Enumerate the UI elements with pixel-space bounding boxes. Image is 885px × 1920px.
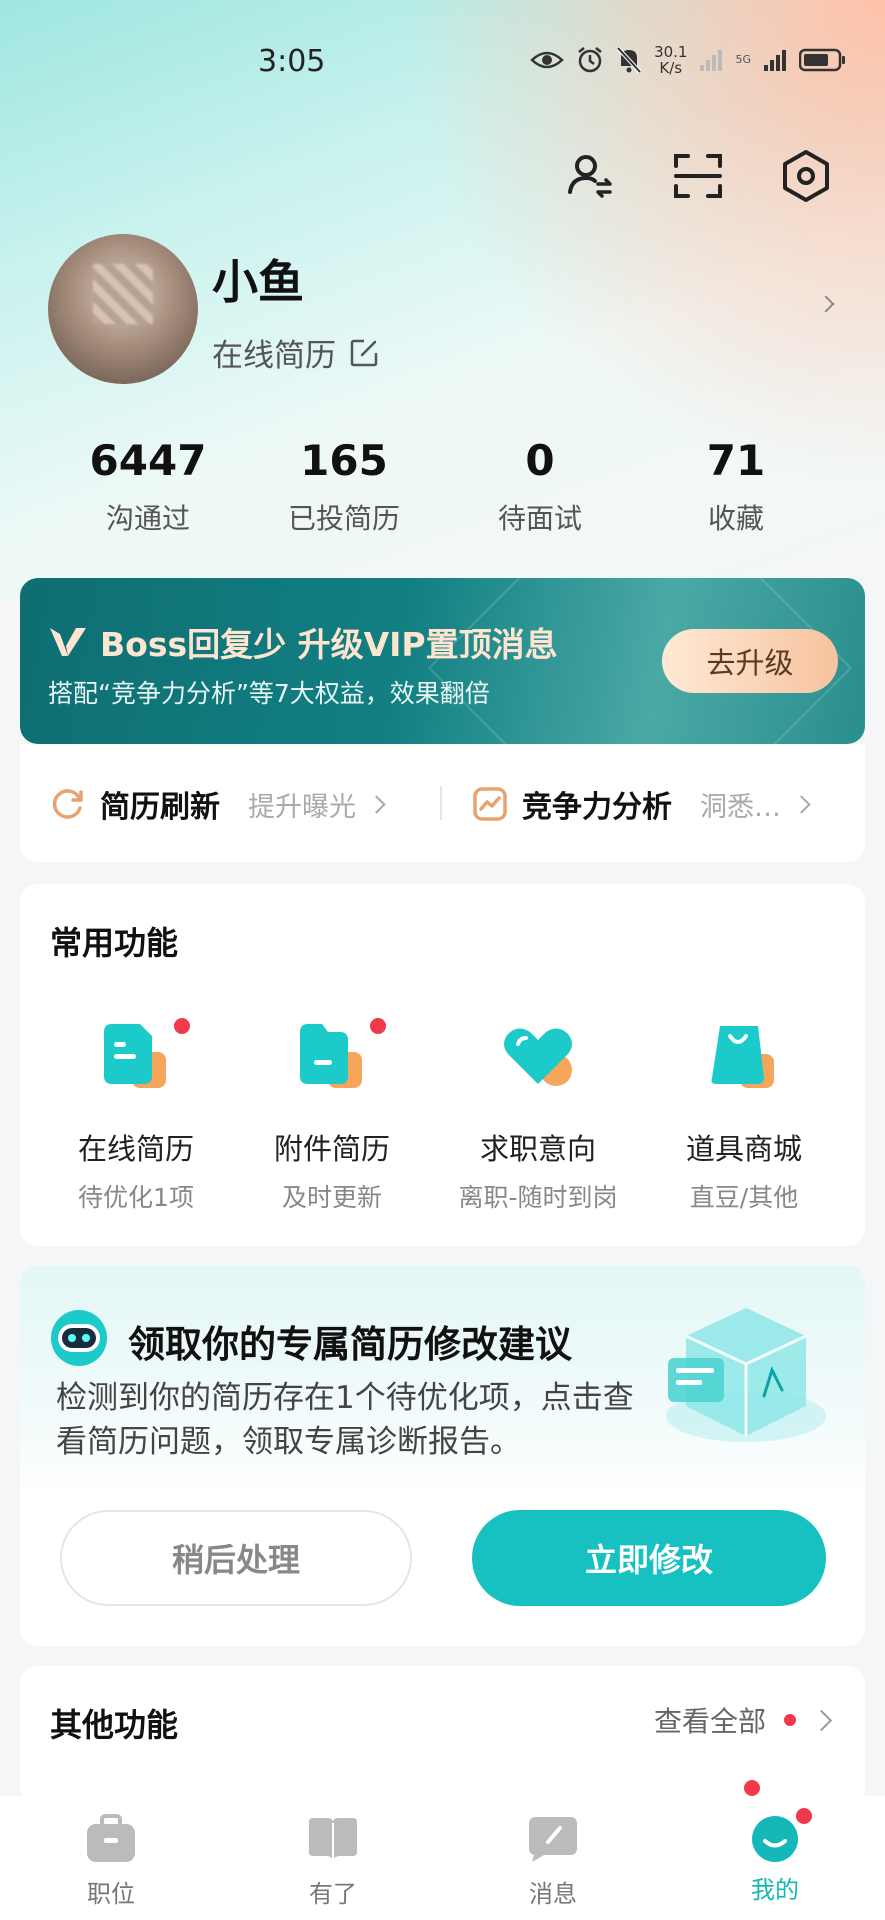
new-badge — [370, 1018, 386, 1034]
analysis-subtitle: 洞悉… — [700, 791, 781, 823]
trend-chart-icon — [473, 787, 507, 821]
chevron-right-icon — [792, 794, 811, 814]
profile-chevron-icon[interactable] — [817, 295, 835, 313]
attachment-folder-icon — [300, 1024, 362, 1088]
shopping-bag-icon — [711, 1026, 774, 1088]
scan-icon[interactable] — [670, 148, 726, 204]
stat-value: 71 — [706, 436, 766, 485]
feature-label: 附件简历 — [273, 1132, 390, 1166]
feature-sub: 离职-随时到岗 — [458, 1183, 618, 1212]
diagnostic-cube-icon — [666, 1308, 826, 1442]
quick-strip: 简历刷新 提升曝光 竞争力分析 洞悉… — [20, 744, 865, 862]
switch-identity-icon[interactable] — [562, 148, 618, 204]
feature-label: 在线简历 — [77, 1132, 194, 1166]
feature-label: 求职意向 — [479, 1132, 596, 1166]
refresh-subtitle: 提升曝光 — [248, 791, 356, 823]
feature-label: 道具商城 — [685, 1132, 802, 1166]
vip-logo-icon — [50, 628, 86, 656]
nav-label: 有了 — [309, 1880, 357, 1908]
online-resume-link[interactable]: 在线简历 — [212, 330, 380, 375]
nav-mine[interactable]: 我的 — [710, 1780, 840, 1905]
feature-job-intention[interactable]: 求职意向 离职-随时到岗 — [438, 1018, 638, 1214]
vip-title-row: Boss回复少 升级VIP置顶消息 — [48, 618, 558, 666]
signal-icon — [764, 50, 786, 71]
view-all-label: 查看全部 — [653, 1705, 766, 1738]
notification-dot — [744, 1780, 760, 1796]
vip-banner[interactable]: Boss回复少 升级VIP置顶消息 搭配“竞争力分析”等7大权益，效果翻倍 去升… — [20, 578, 865, 744]
feature-item-store[interactable]: 道具商城 直豆/其他 — [644, 1018, 844, 1214]
stat-communicated[interactable]: 6447 沟通过 — [48, 436, 248, 537]
nav-messages[interactable]: 消息 — [488, 1814, 618, 1909]
resume-advice-card: 领取你的专属简历修改建议 检测到你的简历存在1个待优化项，点击查看简历问题，领取… — [20, 1266, 865, 1646]
alarm-icon — [578, 47, 602, 73]
vip-title: Boss回复少 升级VIP置顶消息 — [100, 625, 558, 664]
eye-icon — [530, 51, 564, 69]
battery-icon — [799, 48, 845, 72]
stat-label: 已投简历 — [287, 502, 400, 535]
status-icons: 30.1 K/s 5G — [530, 44, 847, 76]
resume-refresh-item[interactable]: 简历刷新 提升曝光 — [50, 782, 386, 826]
stat-value: 165 — [300, 436, 388, 485]
nav-label: 我的 — [751, 1876, 799, 1904]
network-type: 5G — [735, 53, 751, 66]
competitiveness-item[interactable]: 竞争力分析 洞悉… — [472, 782, 811, 826]
avatar[interactable] — [48, 234, 198, 384]
nav-youle[interactable]: 有了 — [268, 1814, 398, 1909]
feature-online-resume[interactable]: 在线简历 待优化1项 — [36, 1018, 236, 1214]
advice-description: 检测到你的简历存在1个待优化项，点击查看简历问题，领取专属诊断报告。 — [56, 1380, 634, 1460]
refresh-icon — [52, 789, 83, 819]
edit-icon — [350, 339, 378, 366]
online-resume-icon — [104, 1024, 166, 1088]
new-badge — [174, 1018, 190, 1034]
strip-divider — [440, 786, 442, 820]
message-icon — [529, 1817, 577, 1862]
new-badge — [784, 1714, 796, 1726]
notification-dot — [796, 1808, 812, 1824]
stat-label: 待面试 — [497, 502, 582, 535]
vip-subtitle: 搭配“竞争力分析”等7大权益，效果翻倍 — [48, 679, 490, 708]
stat-interviews[interactable]: 0 待面试 — [440, 436, 640, 537]
nav-label: 职位 — [87, 1880, 135, 1908]
book-icon — [309, 1818, 357, 1860]
status-time: 3:05 — [258, 44, 326, 79]
mute-bell-icon — [616, 46, 642, 74]
smile-face-icon — [752, 1816, 798, 1862]
stat-value: 6447 — [89, 436, 207, 485]
resume-link-label: 在线简历 — [212, 338, 336, 374]
nav-label: 消息 — [529, 1880, 577, 1908]
later-button[interactable]: 稍后处理 — [60, 1510, 412, 1606]
heart-icon — [504, 1028, 572, 1086]
stat-value: 0 — [525, 436, 555, 485]
upgrade-button[interactable]: 去升级 — [662, 629, 838, 693]
nav-jobs[interactable]: 职位 — [46, 1814, 176, 1909]
speed-value: 30.1 — [654, 43, 688, 61]
stat-favorites[interactable]: 71 收藏 — [636, 436, 836, 537]
signal-weak-icon — [700, 50, 723, 71]
stat-applied[interactable]: 165 已投简历 — [244, 436, 444, 537]
briefcase-icon — [87, 1814, 135, 1862]
network-speed: 30.1 K/s — [654, 44, 687, 76]
other-functions-card: 其他功能 查看全部 — [20, 1666, 865, 1806]
bottom-navigation: 职位 有了 消息 我的 — [0, 1780, 885, 1920]
modify-now-button[interactable]: 立即修改 — [472, 1510, 826, 1606]
refresh-title: 简历刷新 — [100, 790, 220, 825]
feature-attachment-resume[interactable]: 附件简历 及时更新 — [232, 1018, 432, 1214]
stat-label: 收藏 — [707, 502, 764, 535]
user-name: 小鱼 — [212, 255, 304, 309]
feature-sub: 待优化1项 — [78, 1183, 194, 1212]
view-all-link[interactable]: 查看全部 — [653, 1700, 833, 1740]
analysis-title: 竞争力分析 — [522, 790, 672, 825]
other-functions-title: 其他功能 — [50, 1706, 179, 1744]
robot-icon — [51, 1310, 107, 1366]
chevron-right-icon — [367, 794, 386, 814]
feature-sub: 及时更新 — [281, 1183, 382, 1212]
settings-icon[interactable] — [778, 148, 834, 204]
feature-sub: 直豆/其他 — [689, 1183, 799, 1212]
chevron-right-icon — [810, 1709, 833, 1731]
speed-unit: K/s — [659, 59, 683, 77]
common-functions-title: 常用功能 — [50, 924, 179, 962]
stat-label: 沟通过 — [105, 502, 190, 535]
advice-title: 领取你的专属简历修改建议 — [128, 1323, 572, 1366]
